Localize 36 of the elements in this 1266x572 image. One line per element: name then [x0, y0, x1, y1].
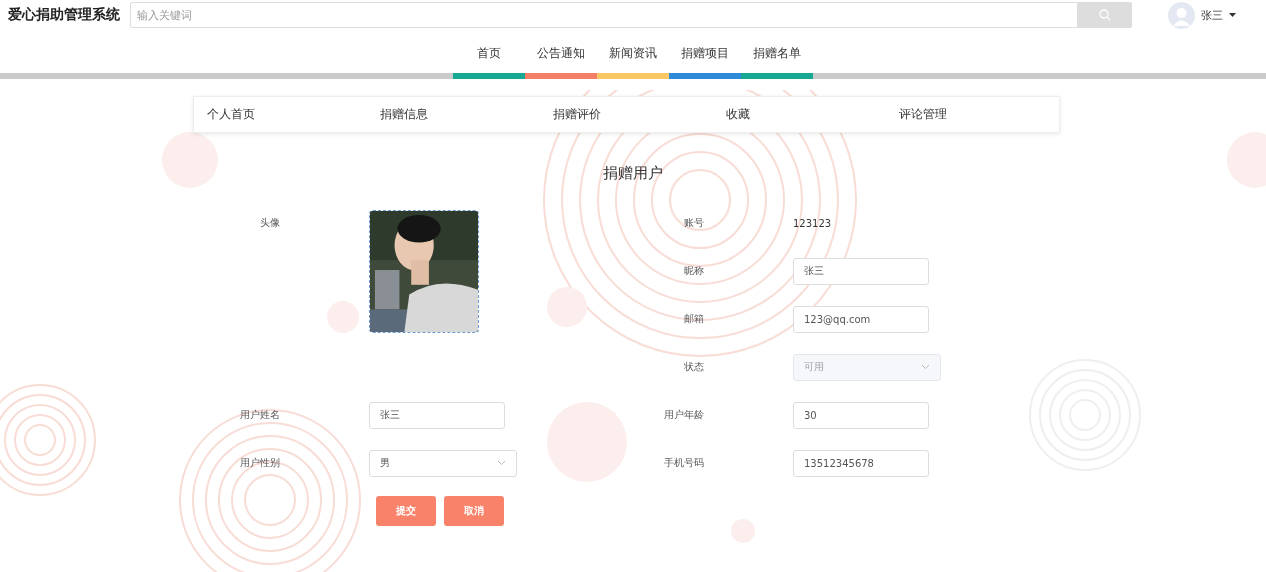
search-field[interactable]: 输入关键词 — [130, 2, 1078, 28]
avatar-icon[interactable] — [1168, 1, 1195, 29]
search-icon — [1099, 9, 1111, 21]
search-button[interactable] — [1078, 2, 1132, 28]
field-label: 邮箱 — [683, 312, 705, 326]
sub-nav-link[interactable]: 捐赠信息 — [380, 106, 428, 123]
sub-nav-link[interactable]: 捐赠评价 — [553, 106, 601, 123]
field-label: 用户姓名 — [239, 408, 281, 422]
chevron-down-icon — [497, 460, 506, 466]
select-field[interactable]: 男 — [369, 449, 517, 477]
caret-icon[interactable] — [1229, 12, 1236, 18]
field-label: 状态 — [683, 360, 705, 374]
nav-link[interactable]: 捐赠名单 — [753, 45, 801, 73]
field-label: 用户性别 — [239, 456, 281, 470]
nav-link[interactable]: 新闻资讯 — [609, 45, 657, 73]
sub-nav-link[interactable]: 个人首页 — [207, 106, 255, 123]
app-title: 爱心捐助管理系统 — [8, 6, 121, 24]
nav-link[interactable]: 捐赠项目 — [681, 45, 729, 73]
sub-nav-link[interactable]: 收藏 — [726, 106, 750, 123]
input-field[interactable]: 30 — [793, 401, 929, 429]
field-label: 手机号码 — [663, 456, 705, 470]
field-label: 头像 — [259, 216, 281, 230]
field-label: 账号 — [683, 216, 705, 230]
chevron-down-icon — [921, 364, 930, 370]
field-label: 用户年龄 — [663, 408, 705, 422]
form-title: 捐赠用户 — [602, 164, 664, 183]
input-field[interactable]: 13512345678 — [793, 449, 929, 477]
field-label: 昵称 — [683, 264, 705, 278]
input-field[interactable]: 123@qq.com — [793, 305, 929, 333]
nav-link[interactable]: 公告通知 — [537, 45, 585, 73]
input-field[interactable]: 张三 — [793, 257, 929, 285]
sub-nav-link[interactable]: 评论管理 — [899, 106, 947, 123]
nav-link[interactable]: 首页 — [477, 45, 501, 73]
user-name[interactable]: 张三 — [1201, 7, 1223, 23]
field-value: 123123 — [793, 217, 833, 229]
input-field[interactable]: 张三 — [369, 401, 505, 429]
